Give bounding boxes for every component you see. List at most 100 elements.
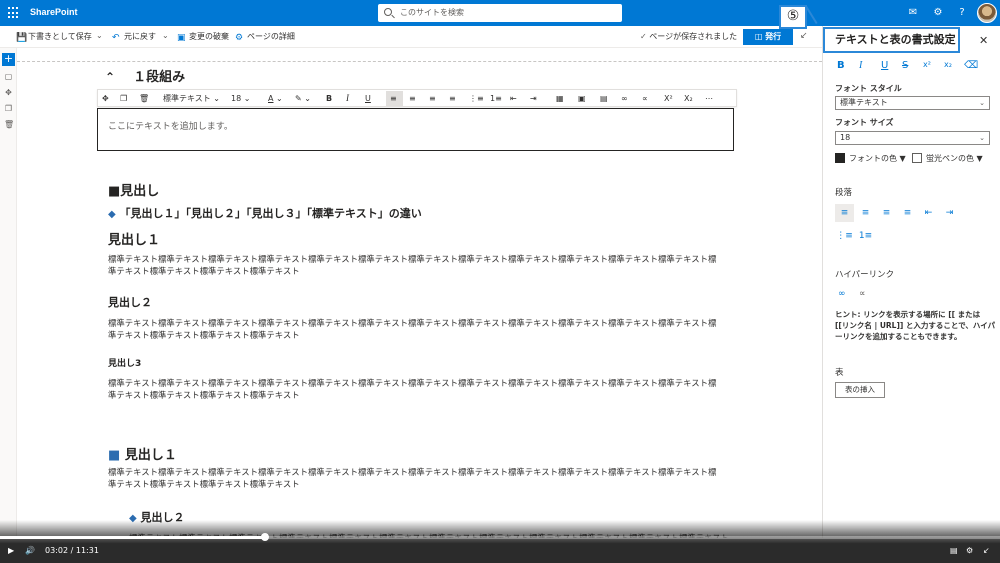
search-input[interactable]: このサイトを検索 [378,4,622,22]
app-launcher-icon[interactable] [8,7,20,19]
bold-icon[interactable]: B [326,93,332,104]
unlink-icon[interactable]: ∝ [642,93,648,104]
video-progress-handle[interactable] [261,533,269,541]
text-web-part[interactable]: ここにテキストを追加します。 [97,108,734,151]
align-left-icon[interactable]: ≡ [835,204,854,222]
font-color-icon[interactable]: A ⌄ [268,93,283,104]
decrease-indent-icon[interactable]: ⇤ [919,204,938,222]
save-draft-button[interactable]: 💾下書きとして保存 [16,31,92,43]
undo-button[interactable]: ↶ 元に戻す [112,31,156,43]
app-name[interactable]: SharePoint [30,7,78,17]
numbered-list-icon[interactable]: 1≡ [856,227,875,245]
font-color-picker[interactable]: フォントの色 ▼ [835,153,906,164]
format-panel: テキストと表の書式設定 ✕ B I U S x² x₂ ⌫ フォント スタイル … [822,26,1000,538]
megaphone-icon[interactable]: ✉ [906,6,920,20]
insert-table-icon[interactable]: ▦ [556,93,564,104]
superscript-icon[interactable]: X² [664,93,673,104]
close-icon[interactable]: ✕ [979,34,988,47]
justify-icon[interactable]: ≡ [449,93,456,104]
video-time: 03:02 / 11:31 [45,546,99,555]
align-left-icon[interactable]: ≡ [390,93,397,104]
help-icon[interactable]: ? [955,6,969,20]
align-center-icon[interactable]: ≡ [409,93,416,104]
superscript-icon[interactable]: x² [923,60,931,69]
page-details-button[interactable]: ⚙ ページの詳細 [235,31,295,43]
strikethrough-icon[interactable]: S [902,60,908,71]
underline-icon[interactable]: U [365,93,371,104]
undo-dropdown-chevron-icon[interactable]: ⌄ [162,31,169,40]
discard-changes-button[interactable]: ▣ 変更の破棄 [177,31,229,43]
heading-diamond: ◆ 「見出し１」「見出し２」「見出し３」「標準テキスト」の違い [108,207,422,220]
highlight-color-picker[interactable]: 蛍光ペンの色 ▼ [912,153,983,164]
link-icon[interactable]: ∞ [621,93,628,104]
square-bullet-icon: ■ [108,448,121,463]
underline-icon[interactable]: U [881,60,888,71]
decrease-indent-icon[interactable]: ⇤ [510,93,517,104]
captions-icon[interactable]: ▤ [950,546,958,556]
increase-indent-icon[interactable]: ⇥ [940,204,959,222]
justify-icon[interactable]: ≡ [898,204,917,222]
more-options-icon[interactable]: ⋯ [705,93,713,104]
highlight-icon[interactable]: ✎ ⌄ [295,93,311,104]
bulleted-list-icon[interactable]: ⋮≡ [469,93,484,104]
body-paragraph-4: 標準テキスト標準テキスト標準テキスト標準テキスト標準テキスト標準テキスト標準テキ… [108,467,717,489]
volume-icon[interactable]: 🔊 [25,546,35,556]
font-size-select[interactable]: 18 ⌄ [835,131,990,145]
move-handle-icon[interactable]: ✥ [102,93,109,104]
increase-indent-icon[interactable]: ⇥ [530,93,537,104]
font-color-swatch [835,153,845,163]
publish-button[interactable]: ◫ 発行 [743,29,793,45]
insert-table-button[interactable]: 表の挿入 [835,382,885,398]
panel-title: テキストと表の書式設定 [823,27,960,53]
link-icon[interactable]: ∞ [838,289,846,299]
undo-icon: ↶ [112,33,120,43]
paragraph-label: 段落 [835,188,853,198]
text-toolbar: ✥ ❐ 🗑 標準テキスト ⌄ 18 ⌄ A ⌄ ✎ ⌄ B I U ≡ ≡ ≡ … [97,89,737,107]
search-placeholder: このサイトを検索 [400,8,464,17]
command-bar: 💾下書きとして保存 ⌄ ↶ 元に戻す ⌄ ▣ 変更の破棄 ⚙ ページの詳細 ✓ ページ… [0,26,822,48]
search-icon [384,8,392,16]
video-progress-bar[interactable] [0,533,1000,541]
font-style-label: フォント スタイル [835,84,902,93]
delete-icon[interactable]: 🗑 [139,93,149,104]
align-object-icon[interactable]: ▤ [600,93,608,104]
textbox-placeholder: ここにテキストを追加します。 [108,122,233,132]
comment-icon[interactable]: ▢ [4,72,13,81]
numbered-list-icon[interactable]: 1≡ [490,93,502,104]
exit-fullscreen-icon[interactable]: ↙ [983,546,990,556]
align-right-icon[interactable]: ≡ [877,204,896,222]
duplicate-icon[interactable]: ❐ [120,93,127,104]
delete-icon[interactable]: 🗑 [4,120,14,129]
subscript-icon[interactable]: x₂ [944,60,952,69]
save-dropdown-chevron-icon[interactable]: ⌄ [96,31,103,40]
bulleted-list-icon[interactable]: ⋮≡ [835,227,854,245]
table-label: 表 [835,368,844,378]
add-section-button[interactable]: + [2,53,15,66]
play-icon[interactable]: ▶ [8,546,14,556]
align-right-icon[interactable]: ≡ [429,93,436,104]
duplicate-icon[interactable]: ❐ [4,104,13,113]
unlink-icon[interactable]: ∝ [859,289,865,299]
section-header: ⌃ １段組み [105,66,185,85]
settings-icon[interactable]: ⚙ [966,546,973,556]
font-size-dropdown[interactable]: 18 ⌄ [231,93,250,104]
chevron-up-icon[interactable]: ⌃ [105,70,115,84]
gear-icon: ⚙ [235,33,244,43]
clear-format-icon[interactable]: ⌫ [964,60,978,71]
subscript-icon[interactable]: X₂ [684,93,693,104]
font-style-select[interactable]: 標準テキスト ⌄ [835,96,990,110]
collapse-icon[interactable]: ↙ [800,31,808,41]
gear-icon[interactable]: ⚙ [931,6,945,20]
move-icon[interactable]: ✥ [4,88,13,97]
align-center-icon[interactable]: ≡ [856,204,875,222]
italic-icon[interactable]: I [859,60,862,71]
font-style-dropdown[interactable]: 標準テキスト ⌄ [163,93,220,104]
bold-icon[interactable]: B [837,60,845,71]
hyperlink-hint: ヒント: リンクを表示する場所に [[ または [[リンク名 | URL]] と… [835,310,996,341]
chevron-down-icon: ⌄ [979,134,985,142]
italic-icon[interactable]: I [346,93,349,104]
video-progress-fill [0,536,265,539]
image-icon[interactable]: ▣ [578,93,586,104]
section-title: １段組み [133,70,186,85]
avatar[interactable] [977,3,997,23]
